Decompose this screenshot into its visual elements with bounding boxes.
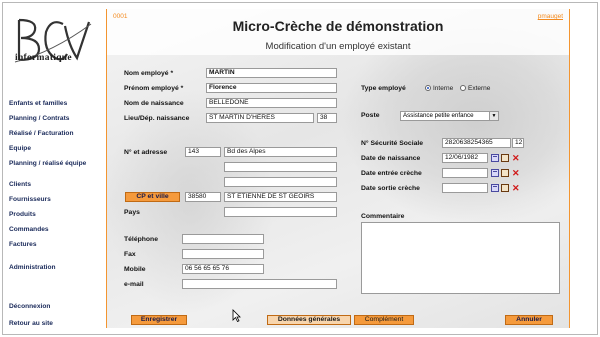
date-entree-label: Date entrée crèche — [361, 170, 422, 177]
tab-complement[interactable]: Complément — [354, 315, 414, 325]
pays-label: Pays — [124, 209, 140, 216]
email-label: e-mail — [124, 281, 144, 288]
secu-cle-input[interactable]: 12 — [512, 138, 524, 148]
commentaire-textarea[interactable] — [361, 222, 560, 294]
enregistrer-button[interactable]: Enregistrer — [131, 315, 187, 325]
mobile-input[interactable]: 06 56 65 65 76 — [182, 264, 264, 274]
adresse-label: N° et adresse — [124, 149, 168, 156]
type-interne-radio[interactable] — [425, 85, 431, 91]
calendar-icon[interactable] — [491, 184, 499, 192]
sidebar: informatique Enfants et familles Plannin… — [3, 3, 103, 334]
calendar-icon[interactable] — [491, 154, 499, 162]
clear-date-icon[interactable]: ✕ — [512, 154, 520, 163]
type-externe-radio[interactable] — [460, 85, 466, 91]
calendar-book-icon[interactable] — [501, 154, 509, 162]
date-entree-input[interactable] — [442, 168, 488, 178]
code-postal-input[interactable]: 38580 — [185, 192, 221, 202]
type-employe-label: Type employé — [361, 85, 406, 92]
nav-factures[interactable]: Factures — [9, 241, 37, 248]
lieu-naissance-label: Lieu/Dép. naissance — [124, 115, 190, 122]
page-title: Micro-Crèche de démonstration — [232, 18, 444, 34]
poste-select[interactable]: Assistance petite enfance ▼ — [400, 111, 499, 121]
calendar-icon[interactable] — [491, 169, 499, 177]
nav-commandes[interactable]: Commandes — [9, 226, 49, 233]
adresse-ligne2-input[interactable] — [224, 162, 337, 172]
nav-deconnexion[interactable]: Déconnexion — [9, 303, 50, 310]
email-input[interactable] — [182, 279, 337, 289]
cp-ville-button[interactable]: CP et ville — [125, 192, 180, 202]
nav-clients[interactable]: Clients — [9, 181, 31, 188]
adresse-ligne3-input[interactable] — [224, 177, 337, 187]
fax-label: Fax — [124, 251, 136, 258]
departement-input[interactable]: 38 — [317, 113, 337, 123]
nom-naissance-label: Nom de naissance — [124, 100, 184, 107]
adresse-numero-input[interactable]: 143 — [185, 147, 221, 157]
nav-enfants-familles[interactable]: Enfants et familles — [9, 100, 67, 107]
prenom-label: Prénom employé * — [124, 85, 184, 92]
type-externe-label: Externe — [468, 85, 491, 92]
date-sortie-label: Date sortie crèche — [361, 185, 420, 192]
page-subtitle: Modification d'un employé existant — [265, 41, 411, 52]
nav-realise-facturation[interactable]: Réalisé / Facturation — [9, 130, 74, 137]
chevron-down-icon[interactable]: ▼ — [489, 112, 498, 120]
main-panel: 0001 pmauget Micro-Crèche de démonstrati… — [106, 9, 570, 328]
calendar-book-icon[interactable] — [501, 184, 509, 192]
date-naissance-input[interactable]: 12/06/1982 — [442, 153, 488, 163]
nav-produits[interactable]: Produits — [9, 211, 36, 218]
ville-input[interactable]: ST ETIENNE DE ST GEOIRS — [224, 192, 337, 202]
nav-planning-realise-equipe[interactable]: Planning / réalisé équipe — [9, 160, 86, 167]
secu-label: N° Sécurité Sociale — [361, 140, 424, 147]
type-interne-label: Interne — [433, 85, 454, 92]
prenom-input[interactable]: Florence — [206, 83, 337, 93]
nav-planning-contrats[interactable]: Planning / Contrats — [9, 115, 69, 122]
nom-input[interactable]: MARTIN — [206, 68, 337, 78]
calendar-book-icon[interactable] — [501, 169, 509, 177]
telephone-input[interactable] — [182, 234, 264, 244]
nav-fournisseurs[interactable]: Fournisseurs — [9, 196, 51, 203]
tab-donnees-generales[interactable]: Données générales — [267, 315, 351, 325]
fax-input[interactable] — [182, 249, 264, 259]
nom-label: Nom employé * — [124, 70, 174, 77]
logo-text: informatique — [15, 53, 72, 63]
nav-equipe[interactable]: Equipe — [9, 145, 31, 152]
nav-administration[interactable]: Administration — [9, 264, 56, 271]
nav-retour-site[interactable]: Retour au site — [9, 320, 53, 327]
lieu-naissance-input[interactable]: ST MARTIN D'HÈRES — [206, 113, 314, 123]
poste-label: Poste — [361, 112, 380, 119]
app-window: informatique Enfants et familles Plannin… — [2, 2, 598, 335]
date-sortie-input[interactable] — [442, 183, 488, 193]
clear-date-icon[interactable]: ✕ — [512, 169, 520, 178]
poste-value: Assistance petite enfance — [403, 112, 474, 119]
secu-input[interactable]: 2820638254365 — [442, 138, 511, 148]
mobile-label: Mobile — [124, 266, 146, 273]
page-header: 0001 pmauget Micro-Crèche de démonstrati… — [107, 9, 569, 55]
telephone-label: Téléphone — [124, 236, 158, 243]
adresse-rue-input[interactable]: Bd des Alpes — [224, 147, 337, 157]
commentaire-label: Commentaire — [361, 213, 405, 220]
pays-input[interactable] — [224, 207, 337, 217]
nom-naissance-input[interactable]: BELLEDONE — [206, 98, 337, 108]
date-naissance-label: Date de naissance — [361, 155, 421, 162]
mouse-cursor-icon — [232, 309, 241, 322]
clear-date-icon[interactable]: ✕ — [512, 184, 520, 193]
annuler-button[interactable]: Annuler — [505, 315, 553, 325]
